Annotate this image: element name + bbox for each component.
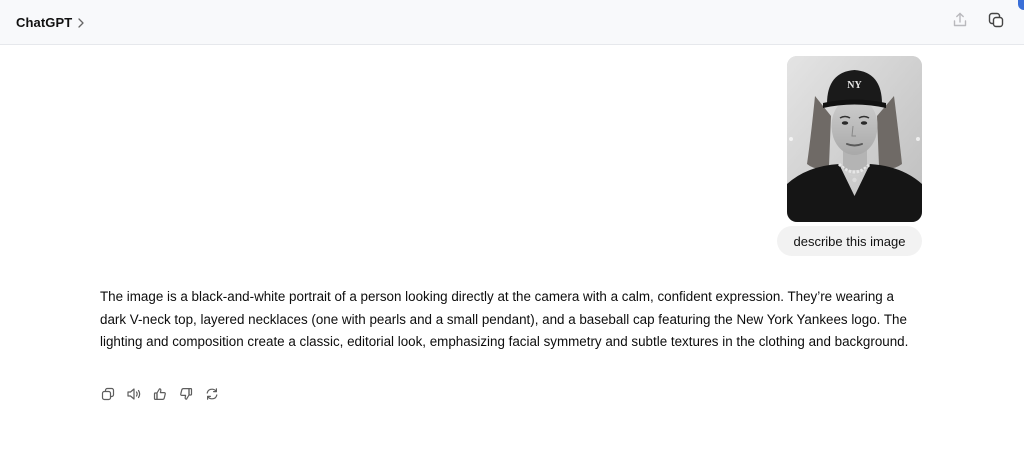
message-actions bbox=[99, 385, 220, 403]
top-bar: ChatGPT bbox=[0, 0, 1024, 45]
model-selector[interactable]: ChatGPT bbox=[16, 12, 86, 32]
new-chat-icon bbox=[987, 11, 1005, 34]
read-aloud-icon bbox=[126, 387, 142, 401]
share-button[interactable] bbox=[948, 10, 972, 34]
thumbs-up-icon bbox=[153, 387, 167, 401]
assistant-message-text: The image is a black-and-white portrait … bbox=[100, 289, 909, 349]
share-upload-icon bbox=[951, 11, 969, 34]
bad-response-button[interactable] bbox=[177, 386, 194, 403]
window-corner-accent bbox=[1018, 0, 1024, 10]
thumbs-down-icon bbox=[179, 387, 193, 401]
regenerate-button[interactable] bbox=[203, 386, 220, 403]
good-response-button[interactable] bbox=[151, 386, 168, 403]
regenerate-icon bbox=[205, 387, 219, 401]
copy-icon bbox=[101, 387, 115, 401]
uploaded-portrait-image[interactable]: NY bbox=[787, 56, 922, 222]
read-aloud-button[interactable] bbox=[125, 386, 142, 403]
user-message-bubble: describe this image bbox=[777, 226, 922, 256]
copy-button[interactable] bbox=[99, 386, 116, 403]
svg-text:NY: NY bbox=[847, 80, 862, 91]
new-chat-button[interactable] bbox=[984, 10, 1008, 34]
model-name: ChatGPT bbox=[16, 14, 73, 30]
chevron-right-icon bbox=[76, 16, 86, 28]
